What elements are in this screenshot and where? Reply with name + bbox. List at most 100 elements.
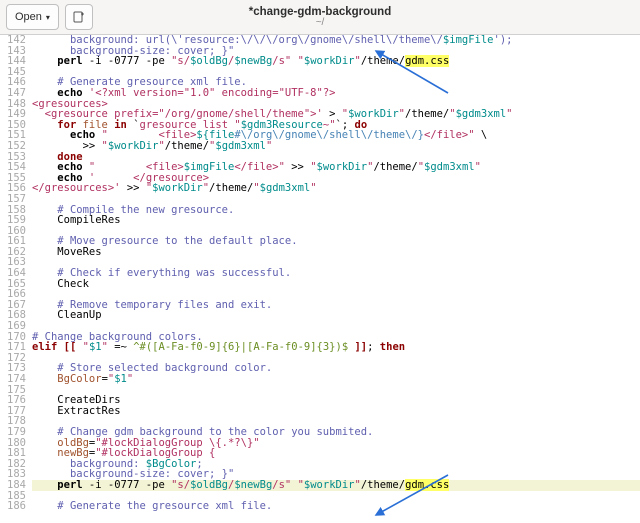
token-tag: ^#([A-Fa-f0-9]{6}|[A-Fa-f0-9]{3})$ bbox=[133, 341, 348, 353]
new-tab-icon bbox=[73, 11, 85, 23]
token-p: ; bbox=[367, 341, 380, 353]
token-cmd: perl bbox=[57, 55, 82, 67]
token-p bbox=[32, 214, 57, 226]
document-path: ~/ bbox=[0, 17, 640, 28]
token-var: $1 bbox=[114, 373, 127, 385]
token-p: =~ bbox=[108, 341, 133, 353]
line-number: 184 bbox=[0, 480, 26, 491]
code-line[interactable]: elif [[ "$1" =~ ^#([A-Fa-f0-9]{6}|[A-Fa-… bbox=[32, 342, 640, 353]
token-var: $gdm3xml bbox=[456, 108, 507, 120]
line-number: 157 bbox=[0, 194, 26, 205]
token-str: " bbox=[506, 108, 512, 120]
token-var: $oldBg bbox=[190, 479, 228, 491]
token-var: $gdm3xml bbox=[215, 140, 266, 152]
code-line[interactable]: # Generate the gresource xml file. bbox=[32, 501, 640, 512]
token-kw: [[ bbox=[64, 341, 77, 353]
token-str: " bbox=[266, 140, 272, 152]
token-var: $imgFile bbox=[443, 35, 494, 46]
token-cmt: # Generate the gresource xml file. bbox=[57, 500, 272, 512]
token-str: '<?xml version="1.0" encoding="UTF-8"?> bbox=[89, 87, 336, 99]
token-var: $newBg bbox=[234, 55, 272, 67]
line-number: 147 bbox=[0, 88, 26, 99]
line-number: 179 bbox=[0, 427, 26, 438]
token-var: $gdm3xml bbox=[260, 182, 311, 194]
code-area[interactable]: background: url(\'resource:\/\/\/org\/gn… bbox=[32, 35, 640, 523]
code-line[interactable]: Check bbox=[32, 279, 640, 290]
token-var: $workDir bbox=[304, 479, 355, 491]
token-hl: gdm.css bbox=[405, 55, 449, 67]
token-p: >> bbox=[121, 182, 146, 194]
code-line[interactable]: BgColor="$1" bbox=[32, 374, 640, 385]
line-number: 186 bbox=[0, 501, 26, 512]
token-kw: ]] bbox=[354, 341, 367, 353]
token-var: $workDir bbox=[317, 161, 368, 173]
line-number-gutter: 1421431441451461471481491501511521531541… bbox=[0, 35, 30, 523]
token-cmt: # Check if everything was successful. bbox=[57, 267, 291, 279]
line-number: 152 bbox=[0, 141, 26, 152]
token-p: /theme/ bbox=[209, 182, 253, 194]
token-var: $oldBg bbox=[190, 55, 228, 67]
code-line[interactable]: echo '<?xml version="1.0" encoding="UTF-… bbox=[32, 88, 640, 99]
token-str: "s/ bbox=[171, 479, 190, 491]
open-button[interactable]: Open ▾ bbox=[6, 4, 59, 30]
code-line[interactable]: perl -i -0777 -pe "s/$oldBg/$newBg/s" "$… bbox=[32, 56, 640, 67]
token-p bbox=[32, 479, 57, 491]
token-var: $1 bbox=[89, 341, 102, 353]
token-var: $workDir bbox=[152, 182, 203, 194]
token-p bbox=[32, 55, 57, 67]
token-p: \ bbox=[475, 129, 488, 141]
document-title: *change-gdm-background bbox=[0, 6, 640, 18]
token-p bbox=[32, 373, 57, 385]
code-line[interactable]: CompileRes bbox=[32, 215, 640, 226]
code-line[interactable]: # Move gresource to the default place. bbox=[32, 236, 640, 247]
new-tab-button[interactable] bbox=[65, 4, 93, 30]
line-number: 174 bbox=[0, 374, 26, 385]
code-line[interactable]: </gresources>' >> "$workDir"/theme/"$gdm… bbox=[32, 183, 640, 194]
token-p: CompileRes bbox=[57, 214, 120, 226]
open-label: Open bbox=[15, 11, 42, 23]
window-title: *change-gdm-background ~/ bbox=[0, 6, 640, 28]
token-str: " bbox=[127, 373, 133, 385]
token-p: -i -0777 -pe bbox=[83, 479, 172, 491]
token-kw: elif bbox=[32, 341, 57, 353]
token-p: -i -0777 -pe bbox=[83, 55, 172, 67]
token-kw: then bbox=[380, 341, 405, 353]
code-line[interactable]: # Compile the new gresource. bbox=[32, 205, 640, 216]
code-line[interactable]: ExtractRes bbox=[32, 406, 640, 417]
token-p: CleanUp bbox=[57, 309, 101, 321]
code-line[interactable]: # Remove temporary files and exit. bbox=[32, 300, 640, 311]
token-p bbox=[32, 309, 57, 321]
token-str: </file>" bbox=[234, 161, 285, 173]
code-line[interactable]: >> "$workDir"/theme/"$gdm3xml" bbox=[32, 141, 640, 152]
token-var: $newBg bbox=[234, 479, 272, 491]
token-p: >> bbox=[285, 161, 310, 173]
token-p bbox=[32, 500, 57, 512]
token-str: " bbox=[310, 182, 316, 194]
token-cmd: perl bbox=[57, 479, 82, 491]
code-line[interactable]: MoveRes bbox=[32, 247, 640, 258]
token-p bbox=[32, 405, 57, 417]
token-var: $workDir bbox=[108, 140, 159, 152]
token-p: MoveRes bbox=[57, 246, 101, 258]
token-str: " bbox=[475, 161, 481, 173]
token-str: "s/ bbox=[171, 55, 190, 67]
token-var: $gdm3xml bbox=[424, 161, 475, 173]
token-str: </gresources>' bbox=[32, 182, 121, 194]
chevron-down-icon: ▾ bbox=[46, 13, 50, 22]
token-p: Check bbox=[57, 278, 89, 290]
code-line[interactable]: CreateDirs bbox=[32, 395, 640, 406]
token-p bbox=[32, 278, 57, 290]
code-line[interactable]: CleanUp bbox=[32, 310, 640, 321]
code-line[interactable]: # Check if everything was successful. bbox=[32, 268, 640, 279]
titlebar: Open ▾ *change-gdm-background ~/ bbox=[0, 0, 640, 35]
code-line[interactable] bbox=[32, 385, 640, 396]
token-var: $workDir bbox=[304, 55, 355, 67]
token-p: ExtractRes bbox=[57, 405, 120, 417]
token-str: /s" bbox=[272, 479, 291, 491]
token-str: </file>" bbox=[424, 129, 475, 141]
token-p: /theme/ bbox=[165, 140, 209, 152]
code-editor[interactable]: 1421431441451461471481491501511521531541… bbox=[0, 35, 640, 523]
token-p: /theme/ bbox=[373, 161, 417, 173]
code-line[interactable]: perl -i -0777 -pe "s/$oldBg/$newBg/s" "$… bbox=[32, 480, 640, 491]
token-cmt: '); bbox=[494, 35, 513, 46]
